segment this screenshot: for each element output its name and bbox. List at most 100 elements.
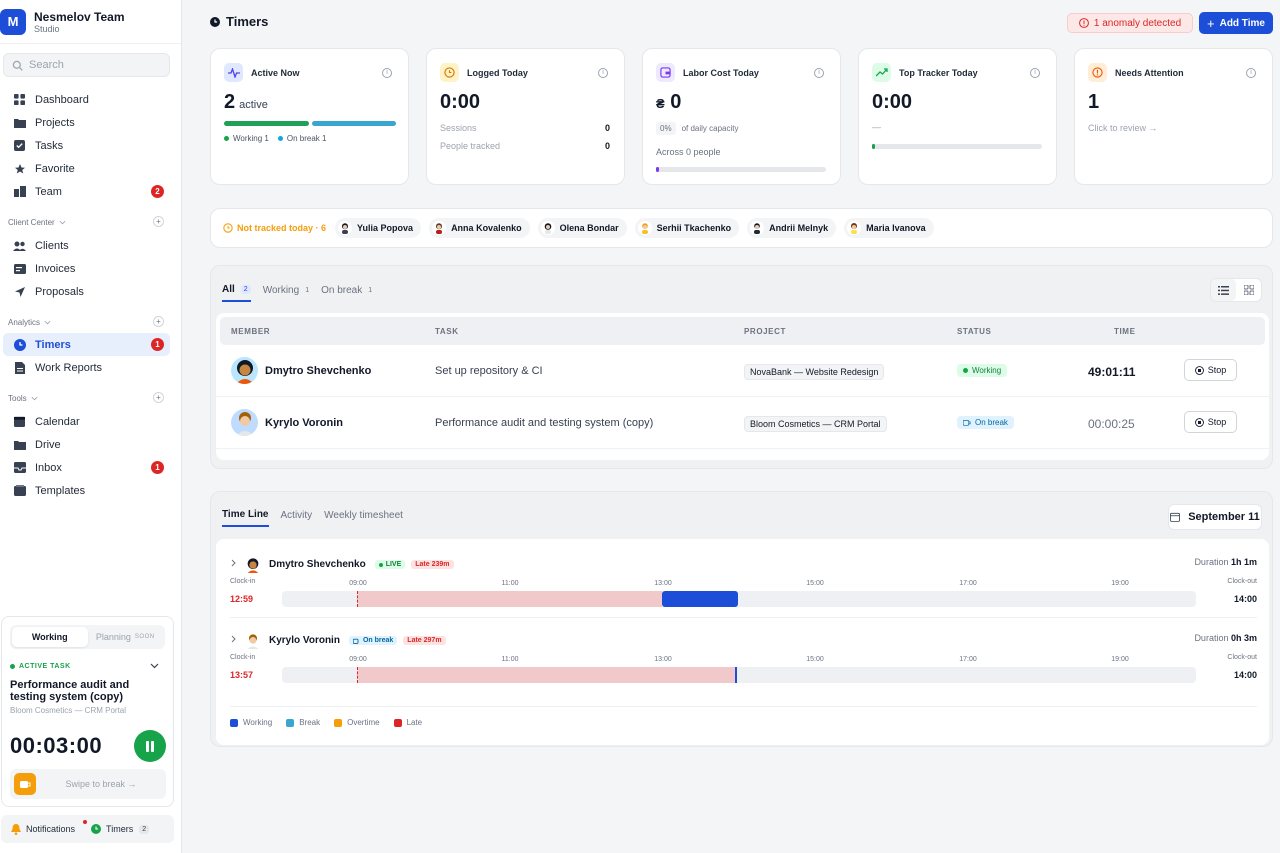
table-row[interactable]: Dmytro Shevchenko Set up repository & CI…: [216, 345, 1269, 397]
sidebar-item-timers[interactable]: Timers 1: [3, 333, 170, 356]
card-top-tracker[interactable]: Top Tracker Today i 0:00 —: [858, 48, 1057, 185]
sidebar-item-projects[interactable]: Projects: [3, 111, 170, 134]
timers-shortcut[interactable]: Timers 2: [91, 824, 150, 834]
info-icon[interactable]: i: [1246, 68, 1256, 78]
person-chip[interactable]: Anna Kovalenko: [429, 218, 530, 238]
status-badge: On break: [957, 416, 1014, 429]
grid-view-button[interactable]: [1236, 279, 1261, 301]
logged-today-value: 0:00: [440, 91, 481, 113]
calendar-icon: [1170, 512, 1181, 522]
sidebar-item-tasks[interactable]: Tasks: [3, 134, 170, 157]
tick-label: 11:00: [501, 580, 519, 587]
person-chip[interactable]: Olena Bondar: [537, 218, 627, 238]
tick-label: 09:00: [349, 656, 367, 663]
workspace-switcher[interactable]: M Nesmelov Team Studio: [0, 0, 181, 44]
card-logged-today[interactable]: Logged Today i 0:00 Sessions 0 People tra…: [426, 48, 625, 185]
search-input[interactable]: Search: [3, 53, 170, 77]
add-time-button[interactable]: + Add Time: [1199, 12, 1273, 34]
clock-out-value: 14:00: [1233, 670, 1257, 680]
add-icon[interactable]: +: [153, 392, 164, 403]
date-picker[interactable]: September 11: [1168, 504, 1262, 530]
card-label: Top Tracker Today: [899, 68, 978, 78]
swipe-handle[interactable]: [14, 773, 36, 795]
tab-time-line[interactable]: Time Line: [222, 509, 269, 527]
stop-icon: [1194, 365, 1204, 375]
tab-working[interactable]: Working 1: [263, 285, 309, 301]
working-segment[interactable]: [735, 667, 737, 683]
section-tools[interactable]: Tools +: [0, 390, 170, 406]
stop-label: Stop: [1207, 417, 1227, 427]
review-link[interactable]: Click to review →: [1088, 123, 1158, 133]
project-tag[interactable]: NovaBank — Website Redesign: [744, 364, 885, 380]
checkbox-icon: [13, 139, 26, 152]
person-chip[interactable]: Serhii Tkachenko: [634, 218, 740, 238]
currency-symbol: ₴: [656, 96, 665, 111]
sidebar-item-invoices[interactable]: Invoices: [3, 257, 170, 280]
sidebar-item-proposals[interactable]: Proposals: [3, 280, 170, 303]
table-header: MEMBER TASK PROJECT STATUS TIME: [220, 317, 1265, 345]
not-tracked-text: Not tracked today · 6: [237, 223, 327, 233]
sidebar-item-clients[interactable]: Clients: [3, 234, 170, 257]
notifications-button[interactable]: Notifications: [11, 819, 87, 835]
add-icon[interactable]: +: [153, 316, 164, 327]
clock-in-value: 13:57: [230, 670, 254, 680]
add-icon[interactable]: +: [153, 216, 164, 227]
sidebar-item-inbox[interactable]: Inbox 1: [3, 456, 170, 479]
workspace-logo: M: [0, 8, 26, 35]
late-segment[interactable]: [358, 591, 662, 607]
section-client-center[interactable]: Client Center +: [0, 214, 170, 230]
tab-all[interactable]: All 2: [222, 284, 251, 302]
person-chip[interactable]: Yulia Popova: [335, 218, 422, 238]
mode-working-button[interactable]: Working: [12, 627, 88, 647]
sidebar-item-team[interactable]: Team 2: [3, 180, 170, 203]
alert-icon: [1078, 18, 1089, 28]
section-analytics[interactable]: Analytics +: [0, 314, 170, 330]
status-text: On break: [975, 418, 1008, 427]
star-icon: [13, 162, 26, 175]
person-chip[interactable]: Maria Ivanova: [844, 218, 934, 238]
stop-button[interactable]: Stop: [1184, 359, 1237, 381]
tab-activity[interactable]: Activity: [281, 510, 313, 526]
sidebar-item-drive[interactable]: Drive: [3, 433, 170, 456]
table-row[interactable]: Kyrylo Voronin Performance audit and tes…: [216, 397, 1269, 449]
sidebar-item-templates[interactable]: Templates: [3, 479, 170, 502]
chevron-right-icon[interactable]: [231, 559, 236, 570]
list-view-button[interactable]: [1211, 279, 1236, 301]
tab-on-break[interactable]: On break 1: [321, 285, 372, 301]
timeline-legend: Working Break Overtime Late: [230, 718, 436, 727]
late-segment[interactable]: [358, 667, 735, 683]
clock-icon: [223, 223, 233, 233]
alert-icon: [1088, 63, 1107, 82]
project-tag[interactable]: Bloom Cosmetics — CRM Portal: [744, 416, 887, 432]
sidebar-item-dashboard[interactable]: Dashboard: [3, 88, 170, 111]
sidebar-item-favorite[interactable]: Favorite: [3, 157, 170, 180]
card-labor-cost[interactable]: Labor Cost Today i ₴ 0 0% of daily capac…: [642, 48, 841, 185]
users-icon: [13, 239, 26, 252]
info-icon[interactable]: i: [814, 68, 824, 78]
chevron-down-icon[interactable]: [150, 663, 159, 669]
mode-planning-button[interactable]: Planning SOON: [88, 627, 164, 647]
tick-label: 11:00: [501, 656, 519, 663]
person-chip[interactable]: Andrii Melnyk: [747, 218, 837, 238]
info-icon[interactable]: i: [1030, 68, 1040, 78]
stop-button[interactable]: Stop: [1184, 411, 1237, 433]
sidebar-item-calendar[interactable]: Calendar: [3, 410, 170, 433]
pause-button[interactable]: [134, 730, 166, 762]
sidebar-item-work-reports[interactable]: Work Reports: [3, 356, 170, 379]
info-icon[interactable]: i: [598, 68, 608, 78]
card-needs-attention[interactable]: Needs Attention i 1 Click to review →: [1074, 48, 1273, 185]
tick-label: 19:00: [1111, 656, 1129, 663]
clock-icon: [91, 824, 102, 834]
section-title: Tools: [8, 393, 27, 403]
tab-weekly-timesheet[interactable]: Weekly timesheet: [324, 510, 403, 526]
info-icon[interactable]: i: [382, 68, 392, 78]
task-name: Performance audit and testing system (co…: [435, 417, 654, 429]
working-segment[interactable]: [662, 591, 738, 607]
capacity-fill: [656, 167, 659, 172]
swipe-to-break-slider[interactable]: Swipe to break →: [10, 769, 166, 799]
top-tracker-value: 0:00: [872, 91, 913, 113]
anomaly-button[interactable]: 1 anomaly detected: [1067, 13, 1193, 33]
chevron-right-icon[interactable]: [231, 635, 236, 646]
page-title: Timers: [210, 14, 268, 29]
card-active-now[interactable]: Active Now i 2 active Working 1 On break …: [210, 48, 409, 185]
